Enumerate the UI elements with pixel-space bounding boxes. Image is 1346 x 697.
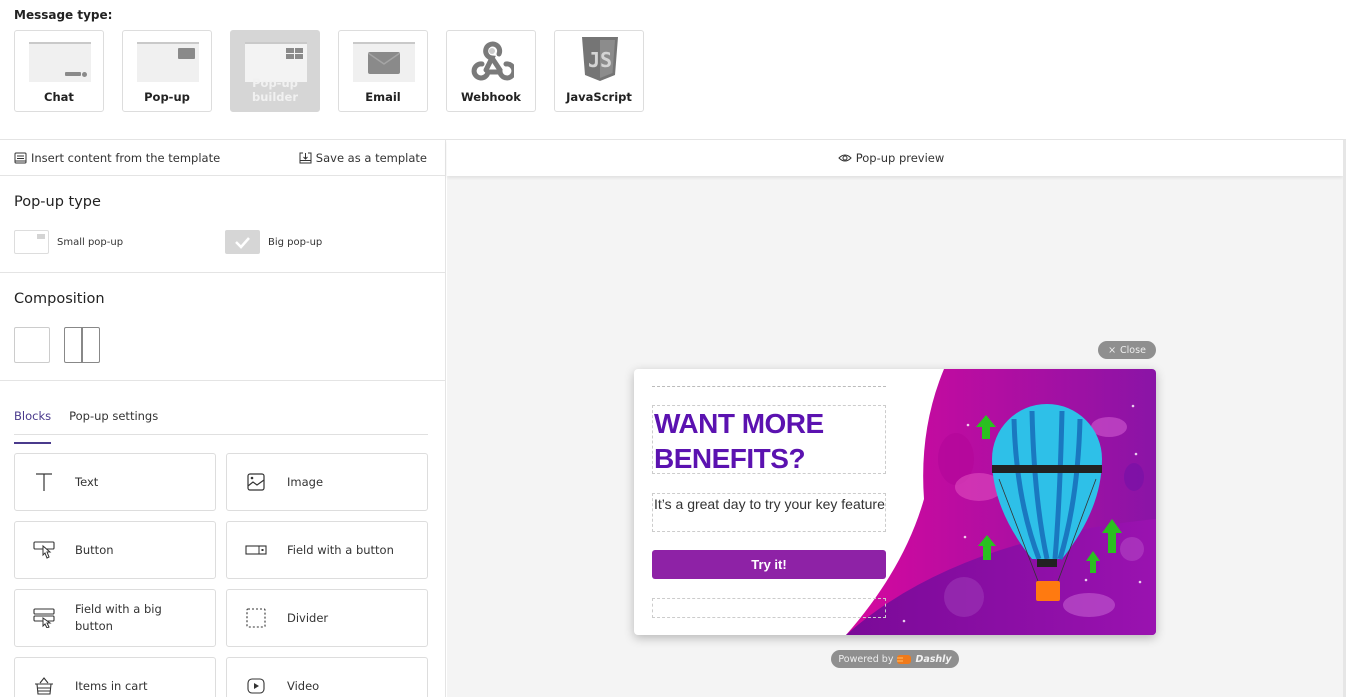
composition-two-column[interactable] xyxy=(64,327,100,363)
insert-template-label: Insert content from the template xyxy=(31,150,221,165)
block-label: Text xyxy=(75,475,99,489)
editor-panel: Insert content from the template Save as… xyxy=(0,140,446,697)
message-type-label-webhook: Webhook xyxy=(461,90,521,104)
powered-by-badge: Powered by Dashly xyxy=(831,650,959,668)
top-divider xyxy=(652,386,886,387)
close-label: Close xyxy=(1120,344,1146,356)
composition-section: Composition xyxy=(0,273,445,381)
popup-type-title: Pop-up type xyxy=(14,194,101,210)
popup-empty-block[interactable] xyxy=(652,598,886,618)
webhook-icon xyxy=(471,41,514,81)
composition-title: Composition xyxy=(14,291,105,307)
block-items-in-cart[interactable]: Items in cart xyxy=(14,657,216,697)
block-text[interactable]: Text xyxy=(14,453,216,511)
preview-title: Pop-up preview xyxy=(855,151,945,165)
message-type-label-javascript: JavaScript xyxy=(566,90,632,104)
envelope-icon xyxy=(353,42,415,82)
message-type-javascript[interactable]: JS JavaScript xyxy=(554,30,644,112)
eye-icon xyxy=(837,154,852,162)
svg-text:JS: JS xyxy=(588,48,612,72)
message-type-label-popup: Pop-up xyxy=(144,90,190,104)
save-download-icon xyxy=(299,152,312,163)
popup-close-button[interactable]: × Close xyxy=(1098,341,1156,359)
save-template-button[interactable]: Save as a template xyxy=(299,151,427,165)
message-type-popup[interactable]: Pop-up xyxy=(122,30,212,112)
image-icon xyxy=(245,473,267,491)
save-template-label: Save as a template xyxy=(315,150,427,165)
panel-tabs: Blocks Pop-up settings xyxy=(14,408,428,444)
popup-type-small[interactable]: Small pop-up xyxy=(14,230,123,254)
field-big-button-icon xyxy=(33,608,55,628)
popup-headline[interactable]: WANT MORE BENEFITS? xyxy=(652,405,886,474)
javascript-icon: JS xyxy=(582,37,618,81)
divider-icon xyxy=(245,608,267,628)
message-type-webhook[interactable]: Webhook xyxy=(446,30,536,112)
block-label: Image xyxy=(287,475,324,489)
block-divider[interactable]: Divider xyxy=(226,589,428,647)
message-type-options: Chat Pop-up Pop-up builder Email Webhook… xyxy=(14,30,644,112)
block-label: Video xyxy=(287,679,320,693)
block-label: Field with a big button xyxy=(75,602,162,633)
field-button-icon xyxy=(245,545,267,555)
popup-preview: WANT MORE BENEFITS? It’s a great day to … xyxy=(634,369,1156,635)
popup-type-big-label: Big pop-up xyxy=(268,236,323,248)
video-icon xyxy=(245,678,267,694)
preview-panel: Pop-up preview × Close WANT MORE BENEFIT… xyxy=(447,140,1346,697)
checkmark-icon xyxy=(225,230,260,254)
block-label: Items in cart xyxy=(75,679,148,693)
preview-header: Pop-up preview xyxy=(447,140,1343,176)
block-label: Button xyxy=(75,543,114,557)
chat-widget-icon xyxy=(29,42,91,82)
template-icon xyxy=(14,152,27,163)
popup-type-small-label: Small pop-up xyxy=(57,236,124,248)
block-field-with-button[interactable]: Field with a button xyxy=(226,521,428,579)
basket-icon xyxy=(33,676,55,696)
dashly-logo-icon xyxy=(897,654,912,664)
popup-type-section: Pop-up type Small pop-up Big pop-up xyxy=(0,176,445,273)
insert-template-button[interactable]: Insert content from the template xyxy=(14,151,220,165)
popup-icon xyxy=(137,42,199,82)
block-label: Field with a button xyxy=(287,543,394,557)
text-icon xyxy=(33,472,55,492)
message-type-chat[interactable]: Chat xyxy=(14,30,104,112)
close-icon: × xyxy=(1108,344,1117,356)
message-type-label: Message type: xyxy=(14,8,113,22)
powered-by-label: Powered by xyxy=(838,653,894,665)
template-bar: Insert content from the template Save as… xyxy=(0,140,445,176)
brand-name: Dashly xyxy=(915,653,952,665)
message-type-label-popup-builder: Pop-up builder xyxy=(251,76,298,104)
message-type-section: Message type: Chat Pop-up Pop-up builder xyxy=(0,0,1346,140)
message-type-popup-builder[interactable]: Pop-up builder xyxy=(230,30,320,112)
block-label: Divider xyxy=(287,611,329,625)
block-video[interactable]: Video xyxy=(226,657,428,697)
block-button[interactable]: Button xyxy=(14,521,216,579)
tab-blocks[interactable]: Blocks xyxy=(14,408,52,444)
blocks-grid: Text Image Button Field with a button Fi… xyxy=(14,453,428,697)
popup-type-big[interactable]: Big pop-up xyxy=(225,230,322,254)
block-image[interactable]: Image xyxy=(226,453,428,511)
small-popup-thumb-icon xyxy=(14,230,49,254)
button-click-icon xyxy=(33,541,55,559)
tab-popup-settings[interactable]: Pop-up settings xyxy=(69,408,158,434)
popup-cta-button[interactable]: Try it! xyxy=(652,550,886,579)
message-type-label-email: Email xyxy=(365,90,401,104)
popup-subtext[interactable]: It’s a great day to try your key feature xyxy=(652,493,886,532)
message-type-email[interactable]: Email xyxy=(338,30,428,112)
block-field-with-big-button[interactable]: Field with a big button xyxy=(14,589,216,647)
message-type-label-chat: Chat xyxy=(44,90,74,104)
composition-single-column[interactable] xyxy=(14,327,50,363)
